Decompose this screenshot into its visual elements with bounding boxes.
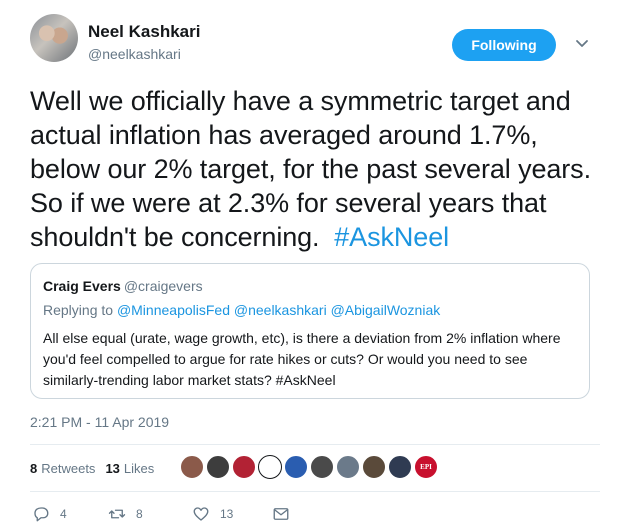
- liker-avatar[interactable]: [232, 455, 256, 479]
- likes-label: Likes: [123, 460, 155, 476]
- liker-avatar[interactable]: [258, 455, 282, 479]
- likes-count: 13: [105, 460, 120, 476]
- direct-message-action[interactable]: [272, 505, 300, 523]
- divider: [30, 444, 600, 445]
- author-name[interactable]: Neel Kashkari: [88, 22, 200, 42]
- quote-author: Craig Evers @craigevers: [43, 278, 203, 294]
- following-button[interactable]: Following: [452, 29, 556, 61]
- retweets-label: Retweets: [41, 460, 96, 476]
- author-handle[interactable]: @neelkashkari: [88, 46, 181, 62]
- author-avatar[interactable]: [30, 14, 78, 62]
- liker-avatar-epi[interactable]: EPI: [414, 455, 438, 479]
- message-icon: [273, 508, 289, 520]
- engagement-stats: 8 Retweets 13 Likes: [30, 455, 164, 481]
- tweet-actions: 4 8 13: [30, 505, 600, 527]
- tweet-header: Neel Kashkari @neelkashkari Following: [30, 14, 600, 70]
- quote-body: All else equal (urate, wage growth, etc)…: [43, 330, 561, 388]
- liker-avatar-text: EPI: [420, 463, 432, 471]
- caret-down-icon[interactable]: [574, 36, 590, 52]
- reply-icon: [34, 507, 49, 522]
- reply-count: 4: [60, 507, 67, 521]
- reply-mentions[interactable]: @MinneapolisFed @neelkashkari @AbigailWo…: [117, 302, 440, 318]
- retweet-action[interactable]: 8: [108, 505, 143, 523]
- like-count: 13: [220, 507, 234, 521]
- liker-avatar[interactable]: [180, 455, 204, 479]
- quote-author-name: Craig Evers: [43, 278, 121, 294]
- reply-action[interactable]: 4: [32, 505, 67, 523]
- quote-replying-to: Replying to @MinneapolisFed @neelkashkar…: [43, 302, 440, 318]
- hashtag-link[interactable]: #AskNeel: [334, 222, 449, 252]
- likes-stat[interactable]: 13 Likes: [105, 461, 154, 476]
- retweets-stat[interactable]: 8 Retweets: [30, 461, 95, 476]
- like-action[interactable]: 13: [192, 505, 233, 523]
- liker-avatar[interactable]: [336, 455, 360, 479]
- quoted-tweet[interactable]: Craig Evers @craigevers Replying to @Minn…: [30, 263, 590, 399]
- liker-avatar[interactable]: [362, 455, 386, 479]
- retweets-count: 8: [30, 460, 38, 476]
- divider: [30, 491, 600, 492]
- liker-avatar[interactable]: [310, 455, 334, 479]
- liker-avatar[interactable]: [206, 455, 230, 479]
- liker-avatar[interactable]: [284, 455, 308, 479]
- retweet-count: 8: [136, 507, 143, 521]
- heart-icon: [193, 507, 209, 521]
- quote-author-handle: @craigevers: [123, 278, 203, 294]
- tweet-body: Well we officially have a symmetric targ…: [30, 86, 606, 252]
- tweet-text: Well we officially have a symmetric targ…: [30, 84, 602, 254]
- replying-prefix: Replying to: [43, 302, 117, 318]
- retweet-icon: [108, 509, 126, 519]
- liker-avatars: EPI: [180, 455, 440, 479]
- liker-avatar[interactable]: [388, 455, 412, 479]
- tweet-timestamp[interactable]: 2:21 PM - 11 Apr 2019: [30, 414, 169, 430]
